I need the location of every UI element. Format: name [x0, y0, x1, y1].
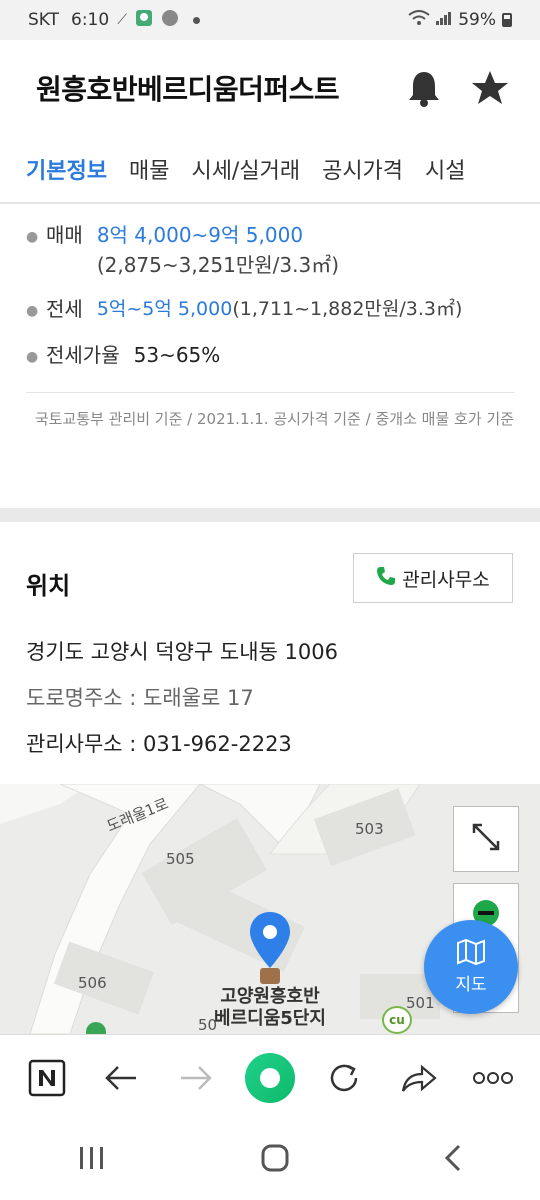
system-nav-bar: [0, 1120, 540, 1200]
battery-icon: [502, 13, 512, 27]
management-office-label: 관리사무소: [402, 568, 490, 591]
signal-icon: [436, 11, 452, 29]
bullet-icon: ●: [26, 303, 39, 319]
browser-toolbar: [0, 1034, 540, 1120]
tab-official-price[interactable]: 공시가격: [322, 136, 403, 202]
green-dot-button[interactable]: [243, 1051, 297, 1105]
recent-apps-icon: [79, 1147, 103, 1169]
lock-app-icon: [161, 9, 179, 31]
store-label: cu: [389, 1013, 405, 1027]
home-icon: [261, 1144, 289, 1172]
map-open-button[interactable]: 지도: [424, 920, 518, 1014]
location-pin-icon[interactable]: [248, 910, 292, 994]
status-bar: SKT 6:10 ⟋ 59%: [0, 0, 540, 40]
map-open-label: 지도: [455, 975, 487, 995]
map-fold-icon: [456, 938, 486, 970]
sale-sub: (2,875~3,251만원/3.3㎡): [96, 253, 340, 277]
sale-row: ● 매매 8억 4,000~9억 5,000 (2,875~3,251만원/3.…: [26, 220, 514, 280]
sale-label: 매매: [46, 223, 83, 247]
building-505: 505: [166, 850, 195, 868]
carrier-text: SKT: [28, 10, 60, 30]
ratio-value: 53~65%: [133, 343, 221, 367]
building-506: 506: [78, 974, 107, 992]
link-icon: ⟋: [117, 12, 128, 28]
building-501: 501: [406, 994, 435, 1012]
bell-icon[interactable]: [404, 68, 444, 108]
arrow-right-icon: [180, 1065, 212, 1090]
jibun-address: 경기도 고양시 덕양구 도내동 1006: [26, 640, 338, 664]
share-icon: [401, 1064, 437, 1092]
bullet-icon: ●: [26, 229, 39, 245]
clock-text: 6:10: [71, 10, 110, 30]
convenience-store-icon: cu: [382, 1006, 412, 1034]
tab-market-price[interactable]: 시세/실거래: [191, 136, 300, 202]
location-title: 위치: [26, 572, 71, 600]
ratio-row: ● 전세가율 53~65%: [26, 340, 514, 372]
more-button[interactable]: [466, 1051, 520, 1105]
bullet-icon: ●: [26, 349, 39, 365]
naver-home-button[interactable]: [20, 1051, 74, 1105]
road-address: 도로명주소 : 도래울로 17: [26, 686, 254, 710]
divider: [26, 392, 514, 393]
arrow-left-icon: [105, 1065, 137, 1090]
management-office-button[interactable]: 관리사무소: [353, 553, 513, 603]
jeonse-label: 전세: [46, 297, 83, 321]
green-dot-icon: [244, 1052, 295, 1103]
jeonse-row: ● 전세 5억~5억 5,000(1,711~1,882만원/3.3㎡): [26, 294, 514, 326]
maps-app-icon: [135, 9, 153, 31]
recent-apps-button[interactable]: [77, 1145, 107, 1175]
jeonse-value: 5억~5억 5,000: [96, 298, 233, 320]
price-info: ● 매매 8억 4,000~9억 5,000 (2,875~3,251만원/3.…: [0, 206, 540, 372]
back-button[interactable]: [94, 1051, 148, 1105]
battery-percent: 59%: [458, 10, 496, 30]
share-button[interactable]: [392, 1051, 446, 1105]
tab-basic-info[interactable]: 기본정보: [26, 136, 107, 202]
phone-icon: [376, 566, 396, 591]
ratio-label: 전세가율: [46, 343, 120, 367]
page-title: 원흥호반베르디움더퍼스트: [36, 73, 340, 106]
refresh-icon: [331, 1064, 358, 1091]
forward-button[interactable]: [169, 1051, 223, 1105]
naver-n-icon: [28, 1059, 66, 1096]
pin-label-line2: 베르디움5단지: [214, 1008, 326, 1029]
tab-listings[interactable]: 매물: [129, 136, 169, 202]
refresh-button[interactable]: [317, 1051, 371, 1105]
map-expand-button[interactable]: [453, 806, 519, 872]
more-dots-icon: [472, 1071, 513, 1084]
system-back-button[interactable]: [443, 1143, 463, 1177]
office-phone[interactable]: 관리사무소 : 031-962-2223: [26, 728, 292, 758]
expand-icon: [470, 821, 502, 857]
star-icon[interactable]: [470, 68, 510, 108]
source-note: 국토교통부 관리비 기준 / 2021.1.1. 공시가격 기준 / 중개소 매…: [34, 410, 514, 428]
page-header: 원흥호반베르디움더퍼스트: [0, 40, 540, 136]
tab-facilities[interactable]: 시설: [425, 136, 465, 202]
notification-dot-icon: [193, 16, 201, 24]
home-button[interactable]: [260, 1143, 290, 1177]
building-503: 503: [355, 820, 384, 838]
wifi-icon: [408, 10, 430, 30]
section-gap: [0, 508, 540, 522]
sale-value: 8억 4,000~9억 5,000: [96, 223, 304, 247]
jeonse-sub: (1,711~1,882만원/3.3㎡): [232, 298, 463, 320]
chevron-left-icon: [445, 1144, 461, 1172]
tab-bar: 기본정보 매물 시세/실거래 공시가격 시설: [0, 136, 540, 204]
